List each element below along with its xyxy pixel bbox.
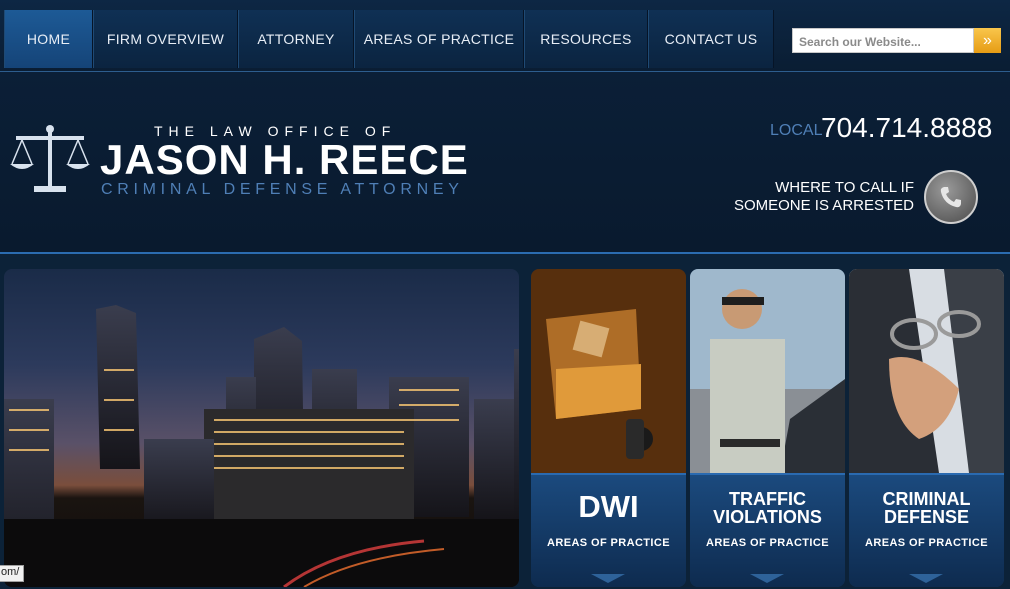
tile-criminal-subtitle: AREAS OF PRACTICE xyxy=(865,537,988,549)
city-skyline-banner[interactable] xyxy=(4,269,519,587)
whiskey-glass-image xyxy=(531,269,686,473)
nav-item-attorney[interactable]: ATTORNEY xyxy=(238,10,354,68)
nav-item-contact-us[interactable]: CONTACT US xyxy=(648,10,774,68)
tile-traffic-panel: TRAFFIC VIOLATIONS AREAS OF PRACTICE xyxy=(690,473,845,587)
double-chevron-right-icon: » xyxy=(983,31,992,49)
search-input[interactable]: Search our Website... xyxy=(792,28,974,53)
search-submit-button[interactable]: » xyxy=(974,28,1001,53)
police-officer-image xyxy=(690,269,845,473)
nav-item-home[interactable]: HOME xyxy=(4,10,93,68)
tile-criminal-title-line2: DEFENSE xyxy=(883,507,970,527)
tile-criminal-title: CRIMINAL DEFENSE xyxy=(849,490,1004,526)
chevron-down-icon xyxy=(750,574,784,583)
logo-subtitle[interactable]: CRIMINAL DEFENSE ATTORNEY xyxy=(101,181,464,199)
phone-label: LOCAL xyxy=(770,122,823,139)
handcuffs-image xyxy=(849,269,1004,473)
tile-criminal-defense[interactable]: CRIMINAL DEFENSE AREAS OF PRACTICE xyxy=(849,269,1004,587)
tile-traffic-title-line2: VIOLATIONS xyxy=(713,507,822,527)
tile-traffic-subtitle: AREAS OF PRACTICE xyxy=(706,537,829,549)
status-bar-url: om/ xyxy=(0,565,24,582)
top-nav: HOME FIRM OVERVIEW ATTORNEY AREAS OF PRA… xyxy=(0,0,1010,72)
tile-traffic-title: TRAFFIC VIOLATIONS xyxy=(690,490,845,526)
logo-name[interactable]: JASON H. REECE xyxy=(100,136,469,184)
site-header: THE LAW OFFICE OF JASON H. REECE CRIMINA… xyxy=(0,72,1010,254)
scales-of-justice-icon[interactable] xyxy=(10,124,90,194)
phone-call-icon[interactable] xyxy=(924,170,978,224)
tile-traffic-title-line1: TRAFFIC xyxy=(729,489,806,509)
nav-item-firm-overview[interactable]: FIRM OVERVIEW xyxy=(93,10,238,68)
skyline-illustration xyxy=(4,305,519,587)
tile-traffic-violations[interactable]: TRAFFIC VIOLATIONS AREAS OF PRACTICE xyxy=(690,269,845,587)
tile-dwi-subtitle: AREAS OF PRACTICE xyxy=(547,537,670,549)
call-tagline-line2: SOMEONE IS ARRESTED xyxy=(733,197,914,214)
phone-number[interactable]: 704.714.8888 xyxy=(821,112,992,144)
tile-dwi-title: DWI xyxy=(578,489,639,524)
handset-icon xyxy=(940,187,961,208)
chevron-down-icon xyxy=(909,574,943,583)
nav-item-resources[interactable]: RESOURCES xyxy=(524,10,648,68)
tile-criminal-panel: CRIMINAL DEFENSE AREAS OF PRACTICE xyxy=(849,473,1004,587)
call-tagline-line1: WHERE TO CALL IF xyxy=(775,179,914,196)
tile-dwi[interactable]: DWI AREAS OF PRACTICE xyxy=(531,269,686,587)
chevron-down-icon xyxy=(591,574,625,583)
call-tagline: WHERE TO CALL IF SOMEONE IS ARRESTED xyxy=(734,179,914,215)
tile-criminal-title-line1: CRIMINAL xyxy=(882,489,971,509)
nav-item-areas-of-practice[interactable]: AREAS OF PRACTICE xyxy=(354,10,524,68)
tile-dwi-panel: DWI AREAS OF PRACTICE xyxy=(531,473,686,587)
